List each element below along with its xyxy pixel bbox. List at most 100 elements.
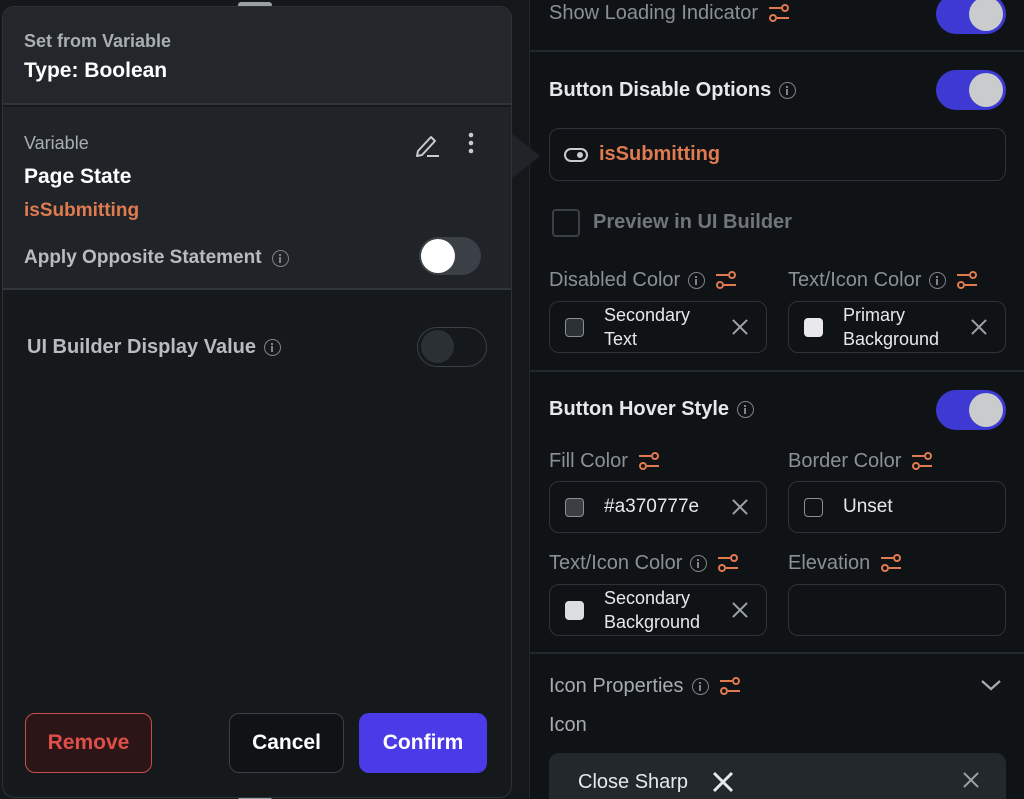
hover-text-color-row: Text/Icon Color (549, 549, 739, 577)
elevation-input[interactable] (788, 584, 1006, 636)
section-divider (529, 370, 1024, 372)
hover-text-color-label: Text/Icon Color (549, 551, 683, 574)
border-color-label: Border Color (788, 449, 902, 472)
close-icon[interactable] (732, 602, 748, 618)
close-icon[interactable] (732, 319, 748, 335)
color-swatch (565, 317, 584, 337)
sliders-icon[interactable] (719, 676, 741, 696)
variable-name: isSubmitting (24, 200, 140, 221)
set-from-variable-popover: Set from Variable Type: Boolean Variable… (2, 6, 512, 798)
disable-variable-field[interactable]: isSubmitting (549, 128, 1006, 181)
cancel-button[interactable]: Cancel (229, 713, 344, 773)
confirm-button[interactable]: Confirm (359, 713, 487, 773)
sliders-icon[interactable] (768, 3, 790, 23)
border-color-row: Border Color (788, 447, 933, 475)
sliders-icon[interactable] (956, 270, 978, 290)
apply-opposite-label: Apply Opposite Statement (24, 247, 262, 268)
fill-color-value: #a370777e (604, 496, 700, 517)
icon-select-field[interactable]: Close Sharp (549, 753, 1006, 799)
variable-label: Variable (24, 133, 89, 153)
color-swatch (804, 317, 823, 337)
chevron-down-icon[interactable] (980, 678, 1002, 692)
info-icon[interactable] (929, 271, 947, 289)
disabled-text-color-label: Text/Icon Color (788, 268, 922, 291)
apply-opposite-row: Apply Opposite Statement (24, 244, 289, 272)
popover-subtitle: Set from Variable (24, 31, 172, 51)
preview-checkbox[interactable] (552, 209, 580, 237)
popover-pointer (512, 134, 540, 178)
sliders-icon[interactable] (638, 451, 660, 471)
sliders-icon[interactable] (717, 553, 739, 573)
disabled-text-color-value: Primary Background (843, 303, 939, 351)
close-icon[interactable] (963, 772, 979, 788)
toggle-knob (421, 239, 455, 273)
toggle-variable-icon (564, 147, 588, 162)
disable-options-row: Button Disable Options (549, 76, 797, 104)
popover-header: Set from Variable Type: Boolean (3, 7, 511, 105)
disabled-color-label: Disabled Color (549, 268, 681, 291)
hover-text-color-value: Secondary Background (604, 586, 700, 634)
info-icon[interactable] (690, 554, 708, 572)
hover-text-color-value-line1: Secondary (604, 588, 691, 608)
hover-text-color-value-line2: Background (604, 612, 701, 632)
section-divider (529, 652, 1024, 654)
disabled-color-value: Secondary Text (604, 303, 690, 351)
hover-style-toggle[interactable] (936, 390, 1006, 430)
close-icon[interactable] (971, 319, 987, 335)
toggle-knob (421, 330, 454, 363)
icon-properties-label: Icon Properties (549, 674, 684, 697)
hover-style-label: Button Hover Style (549, 397, 730, 420)
loading-indicator-label: Show Loading Indicator (549, 1, 759, 24)
icon-value: Close Sharp (578, 770, 689, 793)
color-swatch (804, 497, 823, 517)
disable-options-toggle[interactable] (936, 70, 1006, 110)
preview-label: Preview in UI Builder (593, 211, 792, 233)
disabled-color-value-line2: Text (604, 329, 638, 349)
disabled-text-color-value-line1: Primary (843, 305, 905, 325)
disabled-color-value-line1: Secondary (604, 305, 691, 325)
fill-color-field[interactable]: #a370777e (549, 481, 767, 533)
toggle-knob (969, 393, 1003, 427)
info-icon[interactable] (688, 271, 706, 289)
remove-button[interactable]: Remove (25, 713, 152, 773)
toggle-knob (969, 0, 1003, 31)
loading-indicator-row: Show Loading Indicator (549, 0, 790, 26)
color-swatch (565, 600, 584, 620)
ui-builder-label: UI Builder Display Value (27, 335, 256, 358)
popover-title: Type: Boolean (24, 59, 168, 82)
elevation-label: Elevation (788, 551, 871, 574)
icon-label: Icon (549, 714, 587, 736)
edit-pencil-icon[interactable] (413, 131, 441, 159)
disabled-color-row: Disabled Color (549, 266, 737, 294)
disable-options-label: Button Disable Options (549, 78, 772, 101)
elevation-row: Elevation (788, 549, 902, 577)
ui-builder-row: UI Builder Display Value (27, 333, 281, 361)
info-icon[interactable] (691, 677, 709, 695)
info-icon[interactable] (737, 400, 755, 418)
fill-color-label: Fill Color (549, 449, 628, 472)
variable-source: Page State (24, 165, 132, 188)
icon-properties-row[interactable]: Icon Properties (549, 672, 741, 700)
color-swatch (565, 497, 584, 517)
info-icon[interactable] (779, 81, 797, 99)
fill-color-row: Fill Color (549, 447, 660, 475)
sliders-icon[interactable] (911, 451, 933, 471)
info-icon[interactable] (263, 338, 281, 356)
variable-section: Variable Page State isSubmitting Apply O… (3, 107, 511, 290)
border-color-field[interactable]: Unset (788, 481, 1006, 533)
close-icon[interactable] (732, 499, 748, 515)
info-icon[interactable] (271, 249, 289, 267)
disabled-text-color-field[interactable]: Primary Background (788, 301, 1006, 353)
apply-opposite-toggle[interactable] (419, 237, 481, 275)
ui-builder-toggle[interactable] (417, 327, 487, 367)
disable-variable-name: isSubmitting (599, 143, 721, 165)
close-sharp-preview-icon (713, 771, 734, 793)
hover-text-color-field[interactable]: Secondary Background (549, 584, 767, 636)
sliders-icon[interactable] (880, 553, 902, 573)
more-vert-icon[interactable] (465, 131, 477, 155)
sliders-icon[interactable] (715, 270, 737, 290)
loading-indicator-toggle[interactable] (936, 0, 1006, 34)
section-divider (529, 50, 1024, 52)
toggle-knob (969, 73, 1003, 107)
disabled-color-field[interactable]: Secondary Text (549, 301, 767, 353)
